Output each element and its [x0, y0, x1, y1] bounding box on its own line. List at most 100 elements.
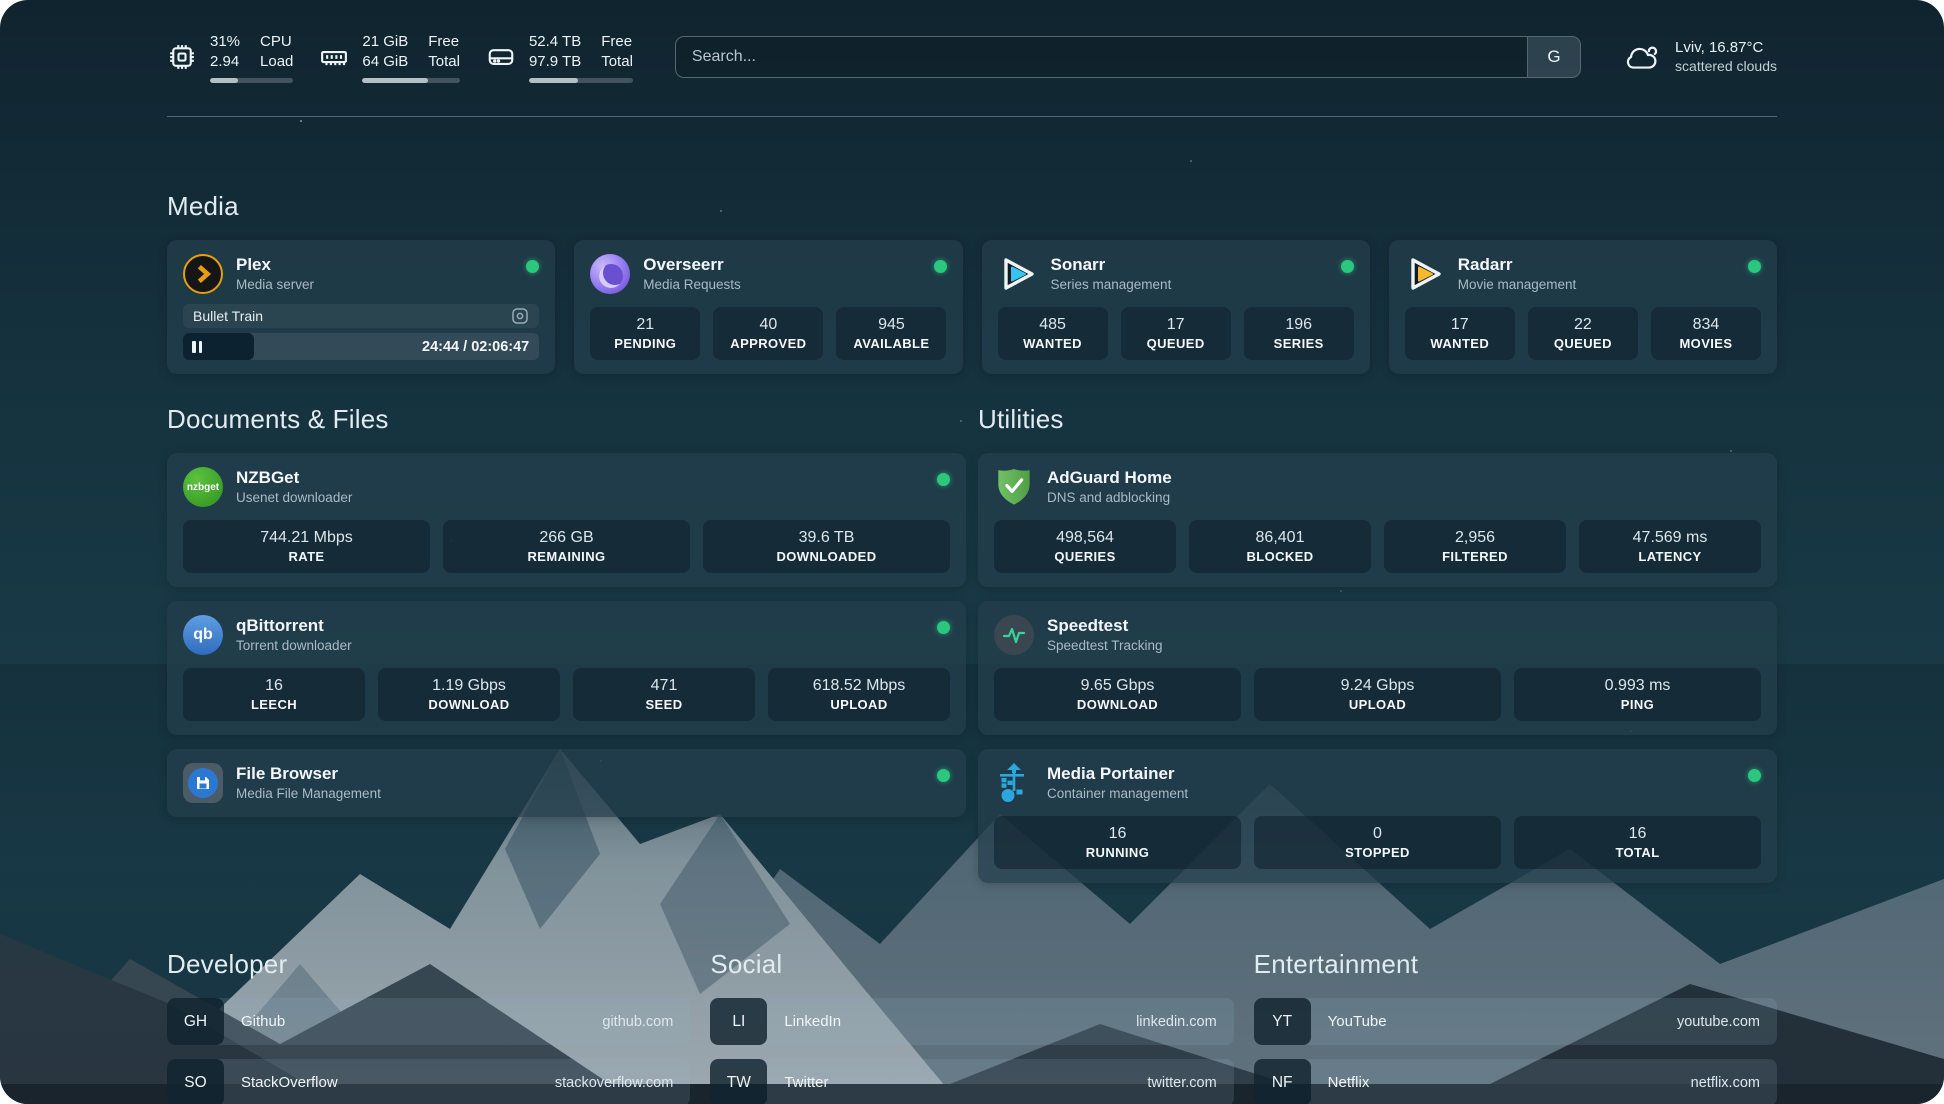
section-title-utilities: Utilities [978, 404, 1777, 435]
section-title-entertainment: Entertainment [1254, 949, 1777, 980]
weather-widget: Lviv, 16.87°C scattered clouds [1623, 38, 1777, 76]
app-card-radarr[interactable]: Radarr Movie management 17WANTED 22QUEUE… [1389, 240, 1777, 374]
app-card-portainer[interactable]: Media Portainer Container management 16R… [978, 749, 1777, 883]
plex-icon [183, 254, 223, 294]
ram-total-value: 64 GiB [362, 52, 408, 71]
app-name: AdGuard Home [1047, 467, 1761, 488]
app-desc: Media server [236, 276, 513, 294]
app-card-plex[interactable]: Plex Media server Bullet Train [167, 240, 555, 374]
stat-box: 0STOPPED [1254, 816, 1501, 869]
bookmark-stackoverflow[interactable]: SO StackOverflow stackoverflow.com [167, 1059, 690, 1104]
now-playing-icon [511, 307, 529, 325]
bookmark-linkedin[interactable]: LI LinkedIn linkedin.com [710, 998, 1233, 1045]
status-dot [937, 473, 950, 486]
bookmark-name: Twitter [767, 1059, 1147, 1104]
stat-box: 196SERIES [1244, 307, 1354, 360]
disk-icon [486, 42, 516, 72]
status-dot [1341, 260, 1354, 273]
bookmark-abbr: TW [710, 1059, 767, 1104]
stat-box: 40APPROVED [713, 307, 823, 360]
cpu-usage-value: 31% [210, 32, 240, 51]
bookmark-url: linkedin.com [1136, 998, 1234, 1045]
disk-label-bottom: Total [601, 52, 633, 71]
top-bar: 31% CPU 2.94 Load 21 GiB [167, 28, 1777, 86]
bookmark-name: LinkedIn [767, 998, 1136, 1045]
ram-progressbar [362, 78, 460, 83]
status-dot [937, 769, 950, 782]
disk-free-value: 52.4 TB [529, 32, 581, 51]
app-card-overseerr[interactable]: Overseerr Media Requests 21PENDING 40APP… [574, 240, 962, 374]
app-card-filebrowser[interactable]: File Browser Media File Management [167, 749, 966, 817]
app-card-nzbget[interactable]: nzbget NZBGet Usenet downloader 744.21 M… [167, 453, 966, 587]
app-card-adguard[interactable]: AdGuard Home DNS and adblocking 498,564Q… [978, 453, 1777, 587]
bookmark-name: Github [224, 998, 602, 1045]
ram-label-top: Free [428, 32, 460, 51]
pause-button[interactable] [192, 341, 202, 353]
stat-box: 498,564QUERIES [994, 520, 1176, 573]
ram-free-value: 21 GiB [362, 32, 408, 51]
stat-box: 22QUEUED [1528, 307, 1638, 360]
stat-box: 471SEED [573, 668, 755, 721]
section-documents: Documents & Files nzbget NZBGet Usenet d… [167, 404, 966, 883]
header-divider [167, 116, 1777, 117]
app-card-sonarr[interactable]: Sonarr Series management 485WANTED 17QUE… [982, 240, 1370, 374]
stat-box: 9.65 GbpsDOWNLOAD [994, 668, 1241, 721]
bookmark-abbr: GH [167, 998, 224, 1045]
stat-box: 21PENDING [590, 307, 700, 360]
app-desc: Speedtest Tracking [1047, 637, 1761, 655]
app-desc: Movie management [1458, 276, 1735, 294]
stat-box: 47.569 msLATENCY [1579, 520, 1761, 573]
stat-box: 9.24 GbpsUPLOAD [1254, 668, 1501, 721]
stat-box: 834MOVIES [1651, 307, 1761, 360]
dashboard-app: 31% CPU 2.94 Load 21 GiB [0, 0, 1944, 1104]
portainer-icon [994, 763, 1034, 803]
plex-now-playing: Bullet Train 24:44 / 02:06:47 [183, 304, 539, 360]
app-name: Plex [236, 254, 513, 275]
cpu-label-top: CPU [260, 32, 293, 51]
app-name: Overseerr [643, 254, 920, 275]
section-title-documents: Documents & Files [167, 404, 966, 435]
stat-box: 0.993 msPING [1514, 668, 1761, 721]
app-desc: Container management [1047, 785, 1735, 803]
nzbget-icon: nzbget [183, 467, 223, 507]
ram-icon [319, 42, 349, 72]
app-name: Sonarr [1051, 254, 1328, 275]
status-dot [1748, 260, 1761, 273]
stat-box: 16RUNNING [994, 816, 1241, 869]
stat-box: 86,401BLOCKED [1189, 520, 1371, 573]
stat-box: 16LEECH [183, 668, 365, 721]
bookmark-netflix[interactable]: NF Netflix netflix.com [1254, 1059, 1777, 1104]
bookmark-url: github.com [602, 998, 690, 1045]
overseerr-icon [590, 254, 630, 294]
status-dot [937, 621, 950, 634]
qbittorrent-icon: qb [183, 615, 223, 655]
app-desc: Media Requests [643, 276, 920, 294]
bookmark-youtube[interactable]: YT YouTube youtube.com [1254, 998, 1777, 1045]
bookmark-twitter[interactable]: TW Twitter twitter.com [710, 1059, 1233, 1104]
bookmark-url: twitter.com [1147, 1059, 1233, 1104]
bookmark-github[interactable]: GH Github github.com [167, 998, 690, 1045]
bookmark-abbr: NF [1254, 1059, 1311, 1104]
section-utilities: Utilities [978, 404, 1777, 883]
bookmark-group-social: Social LI LinkedIn linkedin.com TW Twitt… [710, 949, 1233, 1104]
bookmark-name: Netflix [1311, 1059, 1691, 1104]
status-dot [934, 260, 947, 273]
bookmark-url: youtube.com [1677, 998, 1777, 1045]
section-title-developer: Developer [167, 949, 690, 980]
adguard-icon [994, 467, 1034, 507]
app-desc: Usenet downloader [236, 489, 924, 507]
app-card-speedtest[interactable]: Speedtest Speedtest Tracking 9.65 GbpsDO… [978, 601, 1777, 735]
app-desc: Series management [1051, 276, 1328, 294]
search-engine-button[interactable]: G [1527, 36, 1581, 78]
stat-box: 2,956FILTERED [1384, 520, 1566, 573]
disk-label-top: Free [601, 32, 633, 51]
app-name: File Browser [236, 763, 924, 784]
playback-progressbar: 24:44 / 02:06:47 [183, 333, 539, 360]
filebrowser-icon [183, 763, 223, 803]
app-card-qbittorrent[interactable]: qb qBittorrent Torrent downloader 16LEEC… [167, 601, 966, 735]
cpu-progressbar [210, 78, 293, 83]
bookmark-url: netflix.com [1691, 1059, 1777, 1104]
weather-location-temp: Lviv, 16.87°C [1675, 38, 1777, 57]
search-input[interactable] [675, 36, 1527, 78]
app-name: Speedtest [1047, 615, 1761, 636]
